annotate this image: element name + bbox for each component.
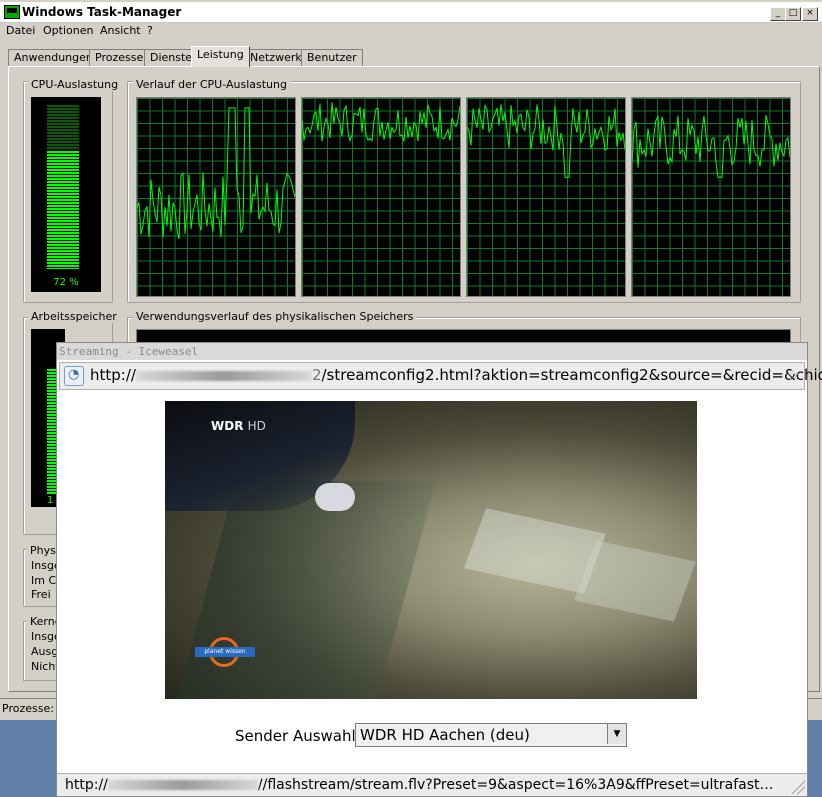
url-path: /streamconfig2.html?aktion=streamconfig2… [322,366,822,384]
video-player[interactable]: WDR HD planet wissen [165,401,697,699]
url-prefix: http:// [90,366,136,384]
status-link-url: http:////flashstream/stream.flv?Preset=9… [65,777,774,793]
url-field[interactable]: http:// 2/streamconfig2.html?aktion=strea… [90,366,822,384]
task-manager-app-icon [4,5,20,19]
tab-anwendungen[interactable]: Anwendungen [8,49,99,66]
url-bar[interactable]: http://2/streamconfig2.html?aktion=strea… [59,362,805,390]
menu-ansicht[interactable]: Ansicht [100,24,141,37]
cpu-usage-label: CPU-Auslastung [28,78,121,91]
physical-free-label: Frei [31,588,51,601]
kernel-paged-label: Ausg [31,645,58,658]
feed-icon[interactable] [64,366,84,386]
task-manager-titlebar[interactable]: Windows Task-Manager _ □ × [0,2,822,23]
cpu-history-label: Verlauf der CPU-Auslastung [133,78,290,91]
tab-prozesse[interactable]: Prozesse [89,49,149,66]
program-badge: planet wissen [195,641,255,663]
cpu-core-3-graph [466,97,626,297]
tab-dienste[interactable]: Dienste [144,49,198,66]
menu-optionen[interactable]: Optionen [43,24,93,37]
cpu-core-2-graph [301,97,461,297]
memory-history-label: Verwendungsverlauf des physikalischen Sp… [133,310,416,323]
tab-netzwerk[interactable]: Netzwerk [244,49,308,66]
url-fragment: 2 [312,366,322,384]
window-title: Windows Task-Manager [22,5,181,19]
minimize-button[interactable]: _ [770,7,786,21]
close-button[interactable]: × [802,7,818,21]
resize-grip-icon[interactable] [791,780,805,794]
tab-strip: Anwendungen Prozesse Dienste Leistung Ne… [0,46,822,66]
menu-help[interactable]: ? [147,24,153,37]
bookmark-star-icon[interactable]: ☆ [787,366,800,384]
sender-label: Sender Auswahl: [235,727,361,745]
tab-leistung[interactable]: Leistung [191,46,250,67]
cpu-core-4-graph [631,97,791,297]
dropdown-arrow-icon[interactable]: ▼ [607,724,626,744]
channel-logo: WDR HD [211,419,266,433]
cpu-history-trace [467,104,625,177]
cpu-usage-value: 72 % [31,277,101,288]
browser-statusbar: http:////flashstream/stream.flv?Preset=9… [57,773,807,796]
menu-datei[interactable]: Datei [6,24,35,37]
browser-popup-window: Streaming - Iceweasel http://2/streamcon… [56,342,808,797]
memory-label: Arbeitsspeicher [28,310,120,323]
cpu-usage-bar [47,151,79,269]
cpu-history-trace [302,102,460,141]
browser-titlebar[interactable]: Streaming - Iceweasel [57,343,807,360]
url-redacted-host [136,371,312,381]
tab-benutzer[interactable]: Benutzer [301,49,363,66]
program-badge-label: planet wissen [195,647,255,657]
cpu-usage-meter: 72 % [31,97,101,292]
maximize-button[interactable]: □ [785,7,801,21]
cpu-history-trace [632,115,790,177]
menu-bar: Datei Optionen Ansicht ? [0,23,822,39]
browser-window-title: Streaming - Iceweasel [59,345,198,358]
sender-selected-value: WDR HD Aachen (deu) [360,726,530,744]
sender-select[interactable]: WDR HD Aachen (deu) ▼ [355,723,627,747]
cpu-history-trace [137,108,295,239]
cpu-core-1-graph [136,97,296,297]
memory-value: 1 [47,495,53,506]
